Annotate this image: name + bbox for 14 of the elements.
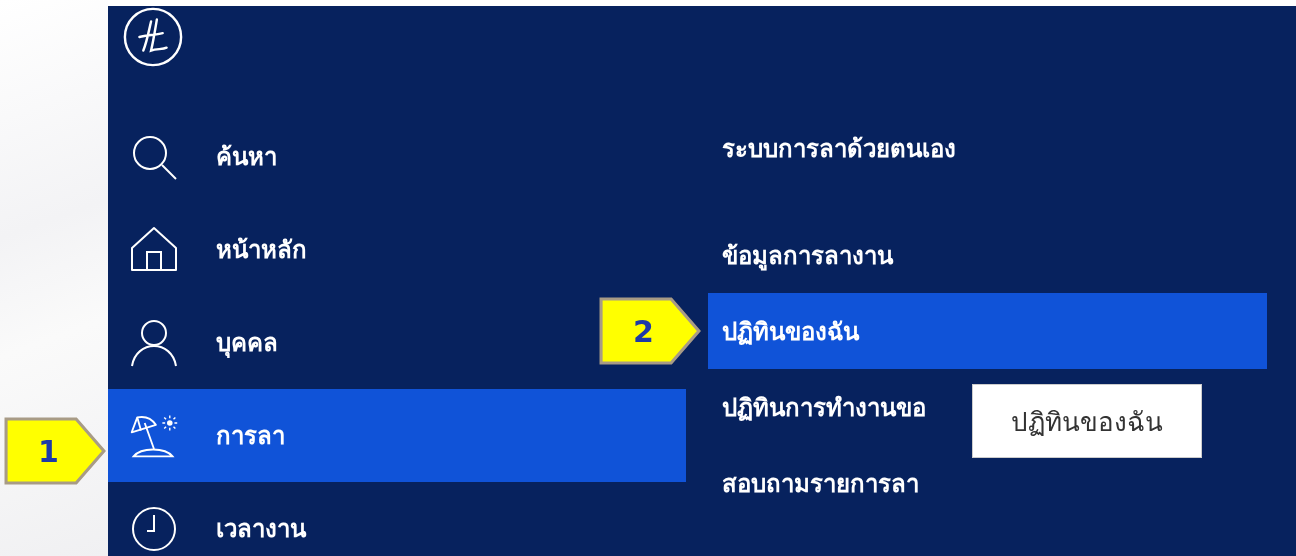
menu-item[interactable]: ค้นหา (108, 110, 287, 203)
menu-item[interactable]: หน้าหลัก (108, 203, 317, 296)
home-icon (128, 225, 180, 274)
submenu-item[interactable]: ข้อมูลการลางาน (708, 217, 897, 293)
submenu-item[interactable]: ปฏิทินการทำงานขอ (708, 369, 930, 445)
submenu-item[interactable]: สอบถามรายการลา (708, 445, 923, 521)
section-title: ระบบการลาด้วยตนเอง (721, 133, 957, 165)
person-icon (128, 318, 180, 367)
tooltip: ปฏิทินของฉัน (972, 384, 1202, 458)
menu-item[interactable]: บุคคล (108, 296, 288, 389)
menu-item[interactable]: เวลางาน (108, 482, 316, 556)
submenu-item[interactable]: ปฏิทินของฉัน (708, 293, 1267, 369)
menu-item[interactable]: การลา (108, 389, 686, 482)
logo-icon[interactable] (122, 6, 184, 68)
